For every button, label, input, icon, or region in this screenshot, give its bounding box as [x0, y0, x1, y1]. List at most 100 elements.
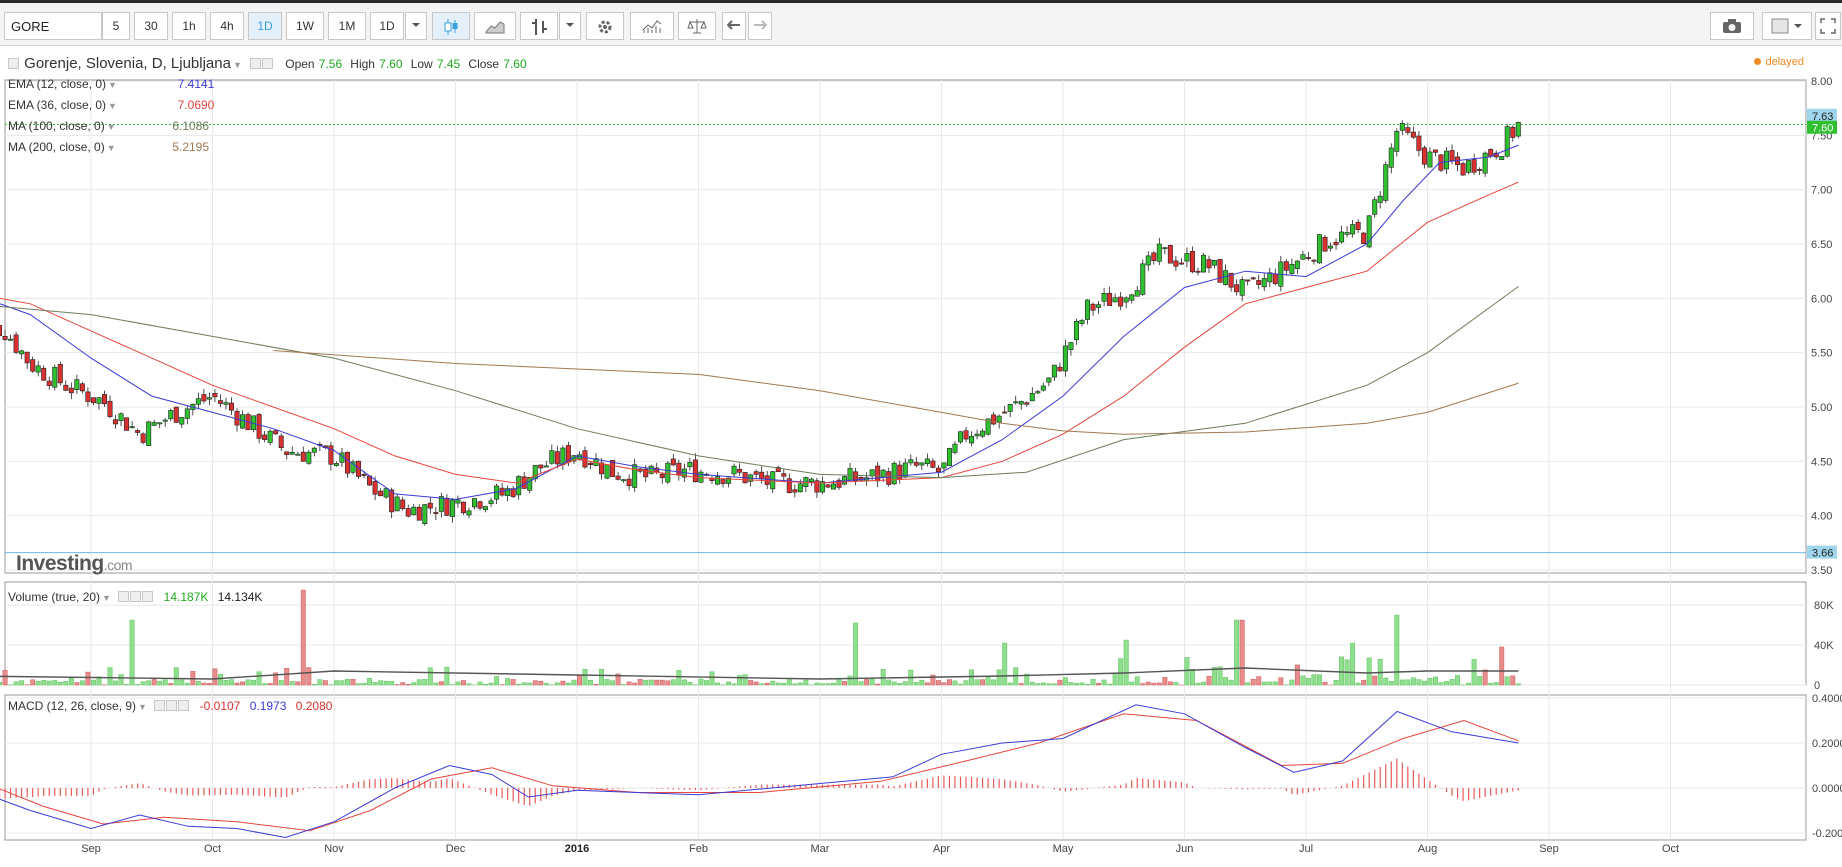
volume-bar	[373, 682, 377, 685]
fullscreen-button[interactable]	[1815, 12, 1841, 40]
volume-bar	[80, 681, 84, 685]
candle	[290, 452, 294, 454]
settings-icon[interactable]	[154, 700, 165, 711]
volume-bar	[1306, 678, 1310, 685]
candle	[1014, 402, 1018, 403]
interval-1d[interactable]: 1D	[248, 12, 282, 40]
close-icon[interactable]	[178, 700, 189, 711]
x-tick-label: Sep	[81, 843, 101, 855]
high-value: 7.60	[379, 57, 402, 71]
volume-bar	[174, 668, 178, 685]
indicators-button[interactable]	[630, 12, 674, 40]
chevron-down-icon[interactable]: ▼	[107, 143, 116, 153]
candle	[47, 381, 51, 386]
candle	[1483, 153, 1487, 173]
edit-icon[interactable]	[130, 591, 141, 602]
layout-button[interactable]	[1762, 12, 1812, 40]
chevron-down-icon[interactable]: ▼	[107, 122, 116, 132]
volume-bar	[1406, 680, 1410, 685]
snapshot-button[interactable]	[1710, 12, 1754, 40]
candle	[119, 414, 123, 421]
area-chart-button[interactable]	[474, 12, 516, 40]
volume-bar	[920, 680, 924, 685]
candle	[102, 394, 106, 403]
candle	[1085, 300, 1089, 320]
candle	[737, 469, 741, 472]
volume-bar	[246, 680, 250, 685]
volume-bar	[1444, 681, 1448, 685]
candle	[677, 463, 681, 475]
symbol-input[interactable]: GORE	[4, 12, 102, 40]
interval-custom[interactable]: 1D	[370, 12, 404, 40]
interval-1w[interactable]: 1W	[286, 12, 324, 40]
edit-icon[interactable]	[166, 700, 177, 711]
hide-icon[interactable]	[262, 58, 273, 69]
interval-4h[interactable]: 4h	[210, 12, 244, 40]
settings-button[interactable]	[586, 12, 624, 40]
chart-type-dropdown[interactable]	[559, 12, 581, 40]
macd-pane	[5, 695, 1806, 840]
volume-bar	[1367, 658, 1371, 685]
chevron-down-icon[interactable]: ▼	[102, 593, 111, 603]
y-tick-label: 0.0000	[1812, 783, 1842, 795]
volume-bar	[1257, 677, 1261, 685]
candle	[533, 465, 537, 479]
close-icon[interactable]	[142, 591, 153, 602]
volume-bar	[887, 680, 891, 685]
volume-bar	[229, 680, 233, 685]
settings-icon[interactable]	[118, 591, 129, 602]
candle	[362, 474, 366, 475]
candle	[478, 502, 482, 509]
candle	[1406, 128, 1410, 133]
interval-30[interactable]: 30	[134, 12, 168, 40]
redo-button[interactable]	[748, 12, 772, 40]
volume-bar	[1334, 680, 1338, 685]
candle	[86, 392, 90, 402]
candle	[1163, 248, 1167, 249]
x-tick-label: Aug	[1418, 843, 1438, 855]
volume-bar	[953, 681, 957, 685]
settings-icon[interactable]	[250, 58, 261, 69]
x-tick-label: Apr	[933, 843, 950, 855]
chart-area[interactable]: SepOctNovDec2016FebMarAprMayJunJulAugSep…	[0, 47, 1842, 864]
chevron-down-icon[interactable]: ▼	[138, 702, 147, 712]
candles-chart-button[interactable]	[432, 12, 470, 40]
candle	[583, 451, 587, 467]
volume-bar	[0, 682, 2, 685]
candle	[793, 490, 797, 492]
compare-button[interactable]	[678, 12, 716, 40]
undo-button[interactable]	[722, 12, 746, 40]
volume-bar	[1472, 659, 1476, 685]
volume-bar	[1030, 682, 1034, 685]
chevron-down-icon[interactable]: ▼	[108, 101, 117, 111]
interval-1m[interactable]: 1M	[328, 12, 366, 40]
candle	[273, 431, 277, 434]
candle	[378, 491, 382, 496]
collapse-icon[interactable]	[8, 58, 19, 69]
candle	[268, 431, 272, 442]
candle	[1339, 232, 1343, 242]
chart-canvas[interactable]: SepOctNovDec2016FebMarAprMayJunJulAugSep…	[0, 47, 1842, 864]
chevron-down-icon[interactable]: ▼	[233, 60, 242, 70]
candle	[1389, 148, 1393, 167]
interval-5[interactable]: 5	[102, 12, 130, 40]
volume-bar	[649, 680, 653, 685]
interval-dropdown[interactable]	[405, 12, 427, 40]
interval-1h[interactable]: 1h	[172, 12, 206, 40]
volume-bar	[69, 678, 73, 685]
volume-bar	[351, 679, 355, 685]
volume-bar	[572, 680, 576, 685]
y-tick-label: 0.4000	[1812, 693, 1842, 705]
candle	[1262, 278, 1266, 286]
bars-chart-button[interactable]	[520, 12, 558, 40]
volume-bar	[401, 683, 405, 685]
candle	[644, 469, 648, 477]
volume-bar	[732, 684, 736, 685]
candle	[1268, 273, 1272, 282]
candle	[1466, 160, 1470, 172]
price-pane	[5, 80, 1806, 573]
volume-bar	[489, 683, 493, 685]
volume-bar	[925, 683, 929, 685]
volume-bar	[30, 680, 34, 685]
chevron-down-icon[interactable]: ▼	[108, 80, 117, 90]
